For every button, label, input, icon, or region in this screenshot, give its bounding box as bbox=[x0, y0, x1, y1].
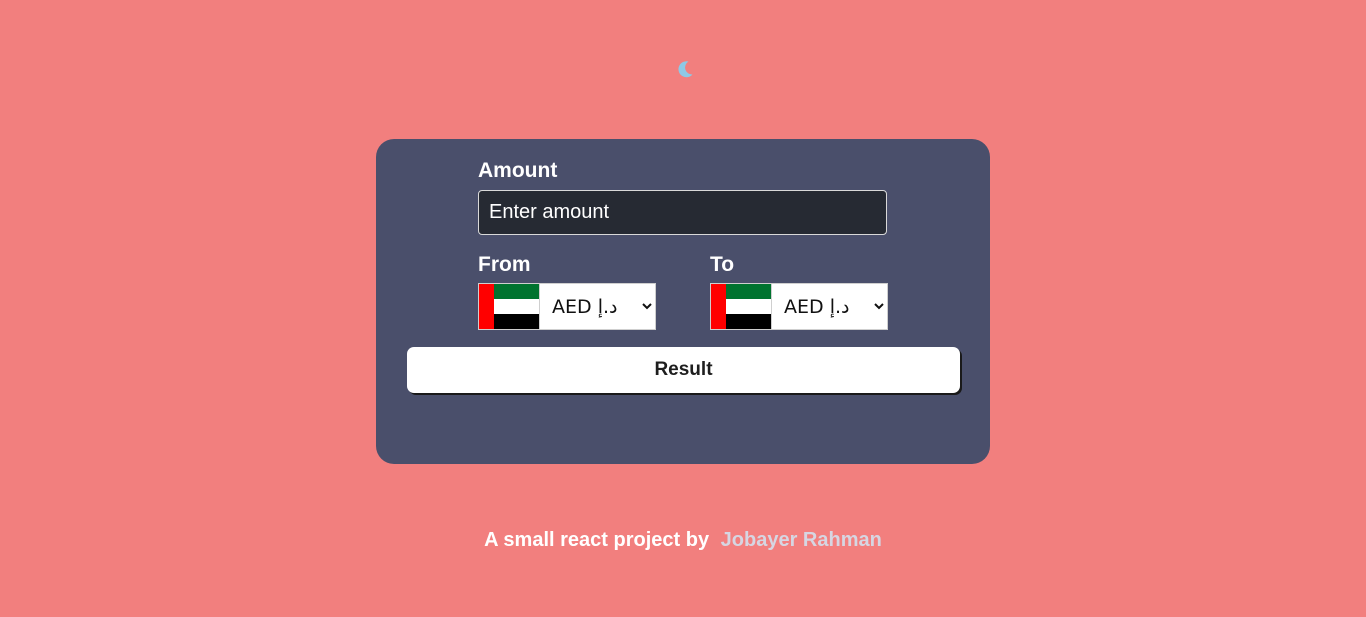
amount-label: Amount bbox=[478, 159, 558, 182]
uae-flag-icon bbox=[711, 284, 771, 329]
footer: A small react project by Jobayer Rahman bbox=[0, 529, 1366, 552]
result-button[interactable]: Result bbox=[407, 347, 960, 393]
author-link[interactable]: Jobayer Rahman bbox=[721, 529, 882, 551]
footer-text: A small react project by bbox=[484, 529, 710, 551]
to-currency-select[interactable]: AED د.إ bbox=[771, 284, 887, 329]
amount-input[interactable] bbox=[478, 190, 887, 235]
to-currency-group: AED د.إ bbox=[710, 283, 888, 330]
moon-icon bbox=[678, 61, 693, 78]
from-currency-group: AED د.إ bbox=[478, 283, 656, 330]
theme-toggle-button[interactable] bbox=[673, 57, 697, 81]
uae-flag-icon bbox=[479, 284, 539, 329]
to-label: To bbox=[710, 253, 735, 276]
from-label: From bbox=[478, 253, 531, 276]
from-currency-select[interactable]: AED د.إ bbox=[539, 284, 655, 329]
converter-card: Amount From AED د.إ To AED د.إ bbox=[376, 139, 990, 464]
